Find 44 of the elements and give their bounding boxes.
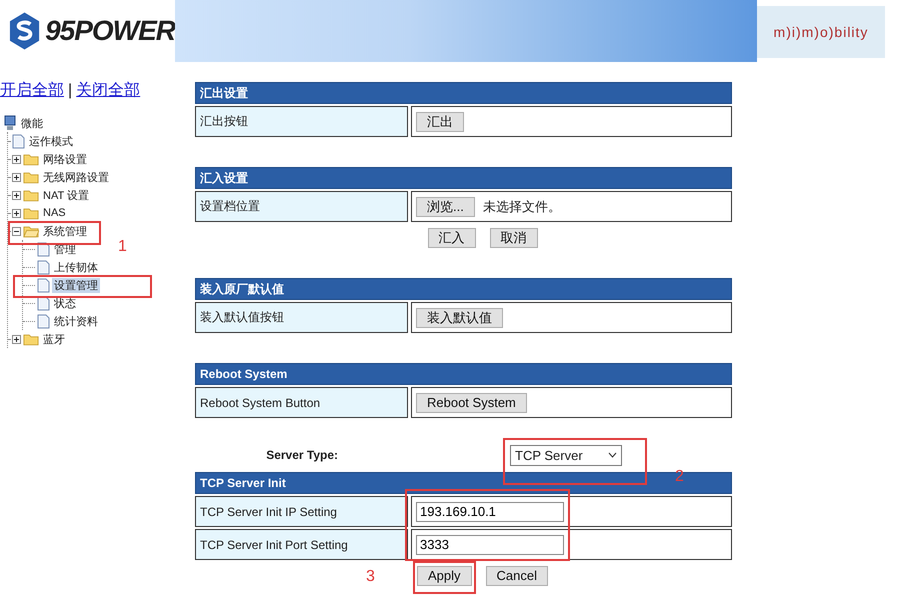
tree-item[interactable]: 统计资料 (52, 314, 100, 328)
setting-label: 设置档位置 (195, 191, 408, 222)
input-field[interactable]: 193.169.10.1 (416, 502, 564, 522)
tree-item[interactable]: 运作模式 (27, 134, 75, 148)
setting-label: 装入默认值按钮 (195, 302, 408, 333)
setting-label: TCP Server Init Port Setting (195, 529, 408, 560)
action-button[interactable]: 装入默认值 (416, 308, 503, 328)
step-number: 1 (118, 238, 127, 256)
setting-label: 汇出按钮 (195, 106, 408, 137)
action-button[interactable]: 汇入 (428, 228, 476, 248)
tree-item[interactable]: 管理 (52, 242, 78, 256)
action-button[interactable]: 取消 (490, 228, 538, 248)
tree-item[interactable]: NAT 设置 (41, 188, 92, 202)
action-button[interactable]: 浏览... (416, 196, 475, 216)
section-header: 汇出设置 (195, 82, 732, 104)
server-type-dropdown[interactable]: TCP Server (510, 444, 622, 466)
tree-item[interactable]: 状态 (52, 296, 78, 310)
brand-logo: 95POWER (45, 15, 175, 47)
setting-label: Reboot System Button (195, 387, 408, 418)
action-button[interactable]: 汇出 (416, 112, 464, 132)
action-button[interactable]: Cancel (486, 566, 548, 586)
step-number: 2 (675, 468, 684, 486)
step-number: 3 (366, 568, 375, 586)
tree-item[interactable]: 上传韧体 (52, 260, 100, 274)
tree-item[interactable]: 设置管理 (52, 278, 100, 292)
tree-item[interactable]: NAS (41, 207, 68, 219)
expand-all-link[interactable]: 开启全部 (0, 82, 64, 99)
server-type-label: Server Type: (265, 448, 339, 462)
collapse-all-link[interactable]: 关闭全部 (76, 82, 140, 99)
tree-item[interactable]: 系统管理 (41, 224, 89, 238)
action-button[interactable]: Reboot System (416, 392, 527, 412)
section-header: 装入原厂默认值 (195, 278, 732, 300)
section-header: 汇入设置 (195, 167, 732, 189)
file-status: 未选择文件。 (482, 198, 561, 216)
input-field[interactable]: 3333 (416, 534, 564, 554)
link-separator: | (68, 82, 72, 99)
tree-root[interactable]: 微能 (19, 116, 45, 130)
tree-item[interactable]: 无线网路设置 (41, 170, 111, 184)
section-header: Reboot System (195, 363, 732, 385)
partner-logo: m)i)m)o)bility (757, 6, 885, 58)
tree-item[interactable]: 网络设置 (41, 152, 89, 166)
tree-item[interactable]: 蓝牙 (41, 332, 67, 346)
setting-label: TCP Server Init IP Setting (195, 496, 408, 527)
action-button[interactable]: Apply (417, 566, 472, 586)
